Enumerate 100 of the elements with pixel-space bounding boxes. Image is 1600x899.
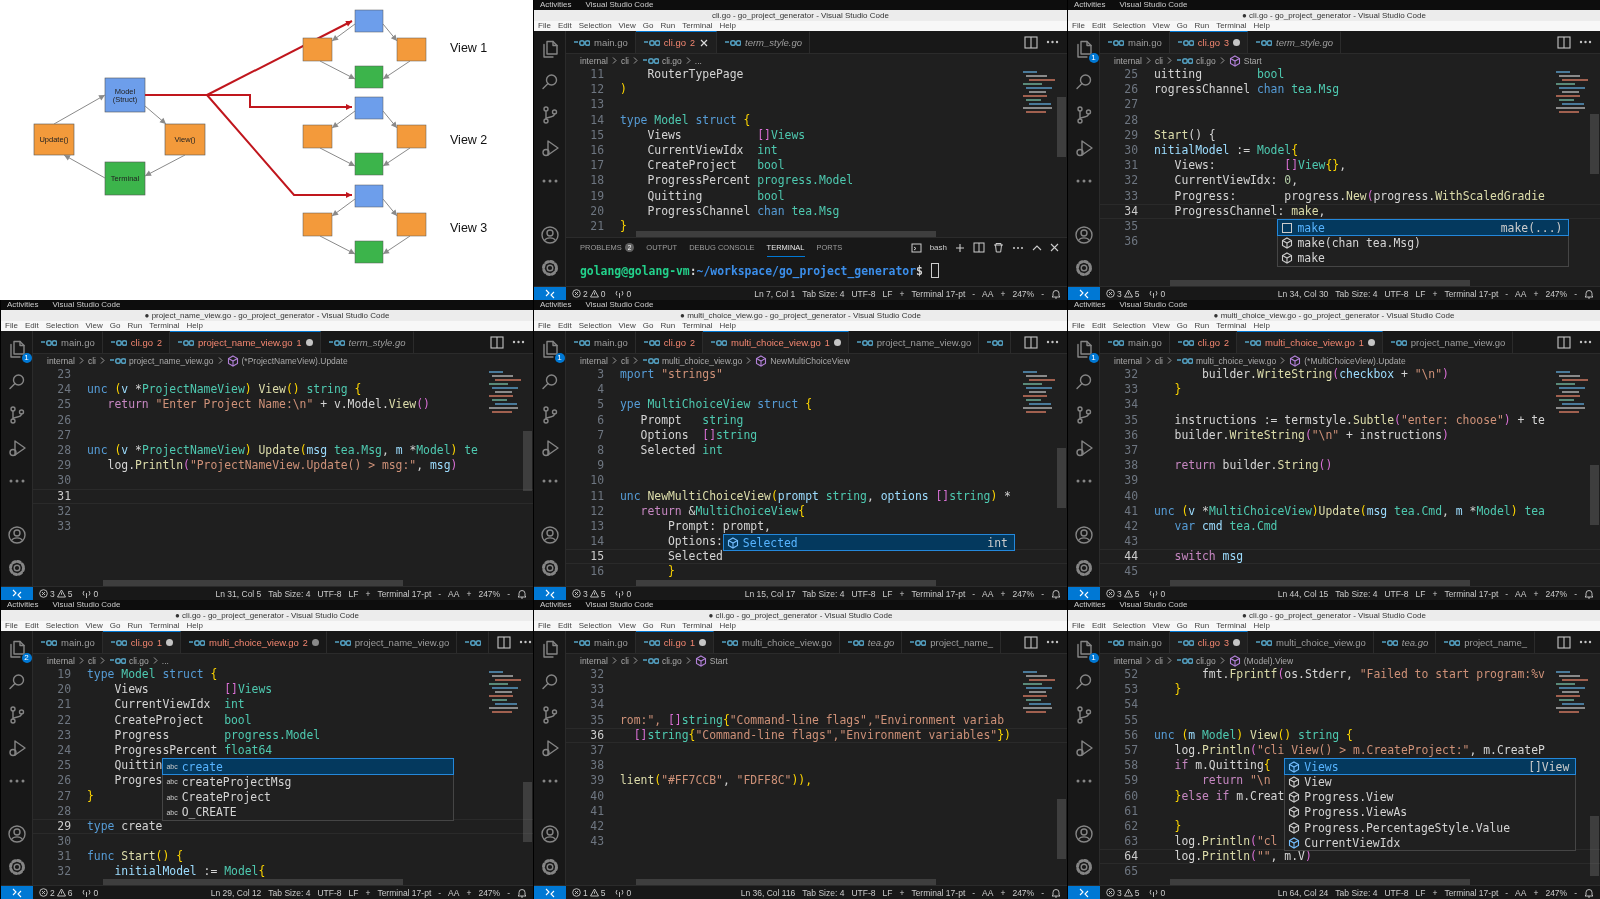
menu-item[interactable]: Edit (24, 621, 39, 631)
status-item[interactable]: Tab Size: 4 (1335, 288, 1378, 299)
run-debug-icon[interactable] (539, 738, 560, 758)
suggestion-item[interactable]: make (1278, 250, 1569, 266)
trash-icon[interactable] (993, 242, 1004, 253)
breadcrumb-item[interactable]: (*MultiChoiceView).Update (1304, 355, 1406, 366)
split-editor-icon[interactable] (1557, 635, 1571, 649)
menu-item[interactable]: Terminal (682, 321, 713, 331)
account-icon[interactable] (539, 824, 560, 844)
editor-tab[interactable]: project_name_view.go (848, 331, 980, 353)
editor-tab[interactable]: multi_choice_view.go (1248, 631, 1374, 653)
status-item[interactable]: LF (882, 887, 893, 898)
error-count[interactable]: 2 (583, 288, 588, 299)
remote-button[interactable] (534, 587, 566, 600)
editor-tab[interactable]: cli.go 2 (635, 31, 717, 53)
settings-icon[interactable] (539, 258, 560, 278)
status-item[interactable]: + (466, 887, 472, 898)
status-item[interactable]: - (972, 288, 976, 299)
menu-item[interactable]: Run (1194, 621, 1210, 631)
status-item[interactable]: Ln 34, Col 30 (1277, 288, 1329, 299)
breadcrumb-item[interactable]: Start (1243, 55, 1262, 66)
scrollbar[interactable] (1170, 280, 1470, 286)
breadcrumb-item[interactable]: internal (1114, 655, 1142, 666)
menu-item[interactable]: Go (109, 321, 121, 331)
status-item[interactable]: LF (1415, 887, 1426, 898)
editor-tab[interactable]: multi_choice_view.go 2 (181, 631, 327, 653)
remote-button[interactable] (1068, 587, 1100, 600)
editor-tab[interactable]: project_name_ (1436, 631, 1536, 653)
port-count[interactable]: 0 (626, 588, 632, 599)
warning-icon[interactable] (1123, 289, 1133, 298)
search-icon[interactable] (1073, 72, 1094, 92)
scrollbar[interactable] (636, 580, 936, 586)
editor-tab[interactable]: term_style.go (717, 31, 811, 53)
status-item[interactable]: + (899, 887, 905, 898)
menu-item[interactable]: Go (1176, 621, 1188, 631)
status-item[interactable]: Ln 44, Col 15 (1277, 588, 1329, 599)
breadcrumb-item[interactable]: internal (1114, 55, 1142, 66)
suggestion-item[interactable]: Views []View (1285, 759, 1576, 775)
menu-item[interactable]: Selection (578, 21, 612, 31)
breadcrumb-item[interactable]: cli.go (1195, 655, 1216, 666)
status-item[interactable]: + (1533, 288, 1539, 299)
menu-item[interactable]: File (538, 21, 551, 31)
menu-item[interactable]: View (618, 21, 636, 31)
menu-item[interactable]: Help (719, 21, 736, 31)
status-item[interactable]: AA (982, 887, 994, 898)
warning-count[interactable]: 5 (1134, 288, 1140, 299)
split-editor-icon[interactable] (1557, 35, 1571, 49)
menu-item[interactable]: View (618, 321, 636, 331)
editor-tab[interactable]: cli.go 3 (1169, 31, 1248, 53)
error-count[interactable]: 3 (583, 588, 588, 599)
breadcrumb-item[interactable]: cli.go (661, 55, 682, 66)
editor-tab[interactable]: project_name_view.go (326, 631, 458, 653)
suggestion-item[interactable]: Progress.PercentageStyle.Value (1285, 819, 1576, 836)
menu-item[interactable]: Selection (45, 321, 79, 331)
split-editor-icon[interactable] (1557, 335, 1571, 349)
breadcrumb-item[interactable]: internal (580, 355, 608, 366)
error-icon[interactable] (572, 888, 581, 897)
account-icon[interactable] (6, 525, 27, 545)
port-count[interactable]: 0 (626, 288, 632, 299)
status-item[interactable]: 247% (1545, 887, 1568, 898)
search-icon[interactable] (1073, 372, 1094, 392)
run-debug-icon[interactable] (1073, 138, 1094, 158)
menu-item[interactable]: Terminal (1216, 321, 1247, 331)
status-item[interactable]: UTF-8 (1384, 288, 1409, 299)
status-item[interactable]: 247% (1012, 288, 1035, 299)
menu-item[interactable]: Edit (1091, 21, 1106, 31)
split-editor-icon[interactable] (497, 635, 512, 649)
status-item[interactable]: - (972, 887, 976, 898)
breadcrumb-item[interactable]: (Model).View (1243, 655, 1294, 666)
breadcrumb-item[interactable]: cli (620, 55, 629, 66)
status-item[interactable]: Ln 64, Col 24 (1277, 887, 1329, 898)
account-icon[interactable] (1073, 525, 1094, 545)
settings-icon[interactable] (1073, 558, 1094, 578)
status-item[interactable]: UTF-8 (851, 887, 876, 898)
status-item[interactable]: Terminal 17-pt (911, 887, 966, 898)
status-item[interactable]: 247% (478, 588, 501, 599)
breadcrumb-item[interactable]: cli (620, 355, 629, 366)
bell-icon[interactable] (1051, 887, 1061, 898)
search-icon[interactable] (6, 672, 27, 692)
suggestion-item[interactable]: Selected int (723, 535, 1014, 551)
shell-name[interactable]: bash (929, 243, 947, 252)
menu-item[interactable]: Terminal (149, 621, 180, 631)
scrollbar[interactable] (636, 879, 936, 885)
status-item[interactable]: AA (1515, 887, 1527, 898)
remote-button[interactable] (1068, 287, 1100, 300)
status-item[interactable]: Tab Size: 4 (802, 887, 845, 898)
status-item[interactable]: + (1432, 588, 1438, 599)
status-item[interactable]: - (972, 588, 976, 599)
menu-item[interactable]: Edit (24, 321, 39, 331)
menu-item[interactable]: Selection (1112, 621, 1146, 631)
error-count[interactable]: 3 (1117, 588, 1122, 599)
menu-item[interactable]: Selection (45, 621, 79, 631)
error-icon[interactable] (572, 289, 581, 298)
status-item[interactable]: - (507, 887, 510, 898)
account-icon[interactable] (6, 824, 27, 844)
menu-item[interactable]: Selection (578, 621, 612, 631)
error-count[interactable]: 3 (50, 588, 55, 599)
breadcrumb-item[interactable]: Start (709, 655, 728, 666)
breadcrumb-item[interactable]: cli (1154, 55, 1163, 66)
bell-icon[interactable] (517, 588, 527, 599)
